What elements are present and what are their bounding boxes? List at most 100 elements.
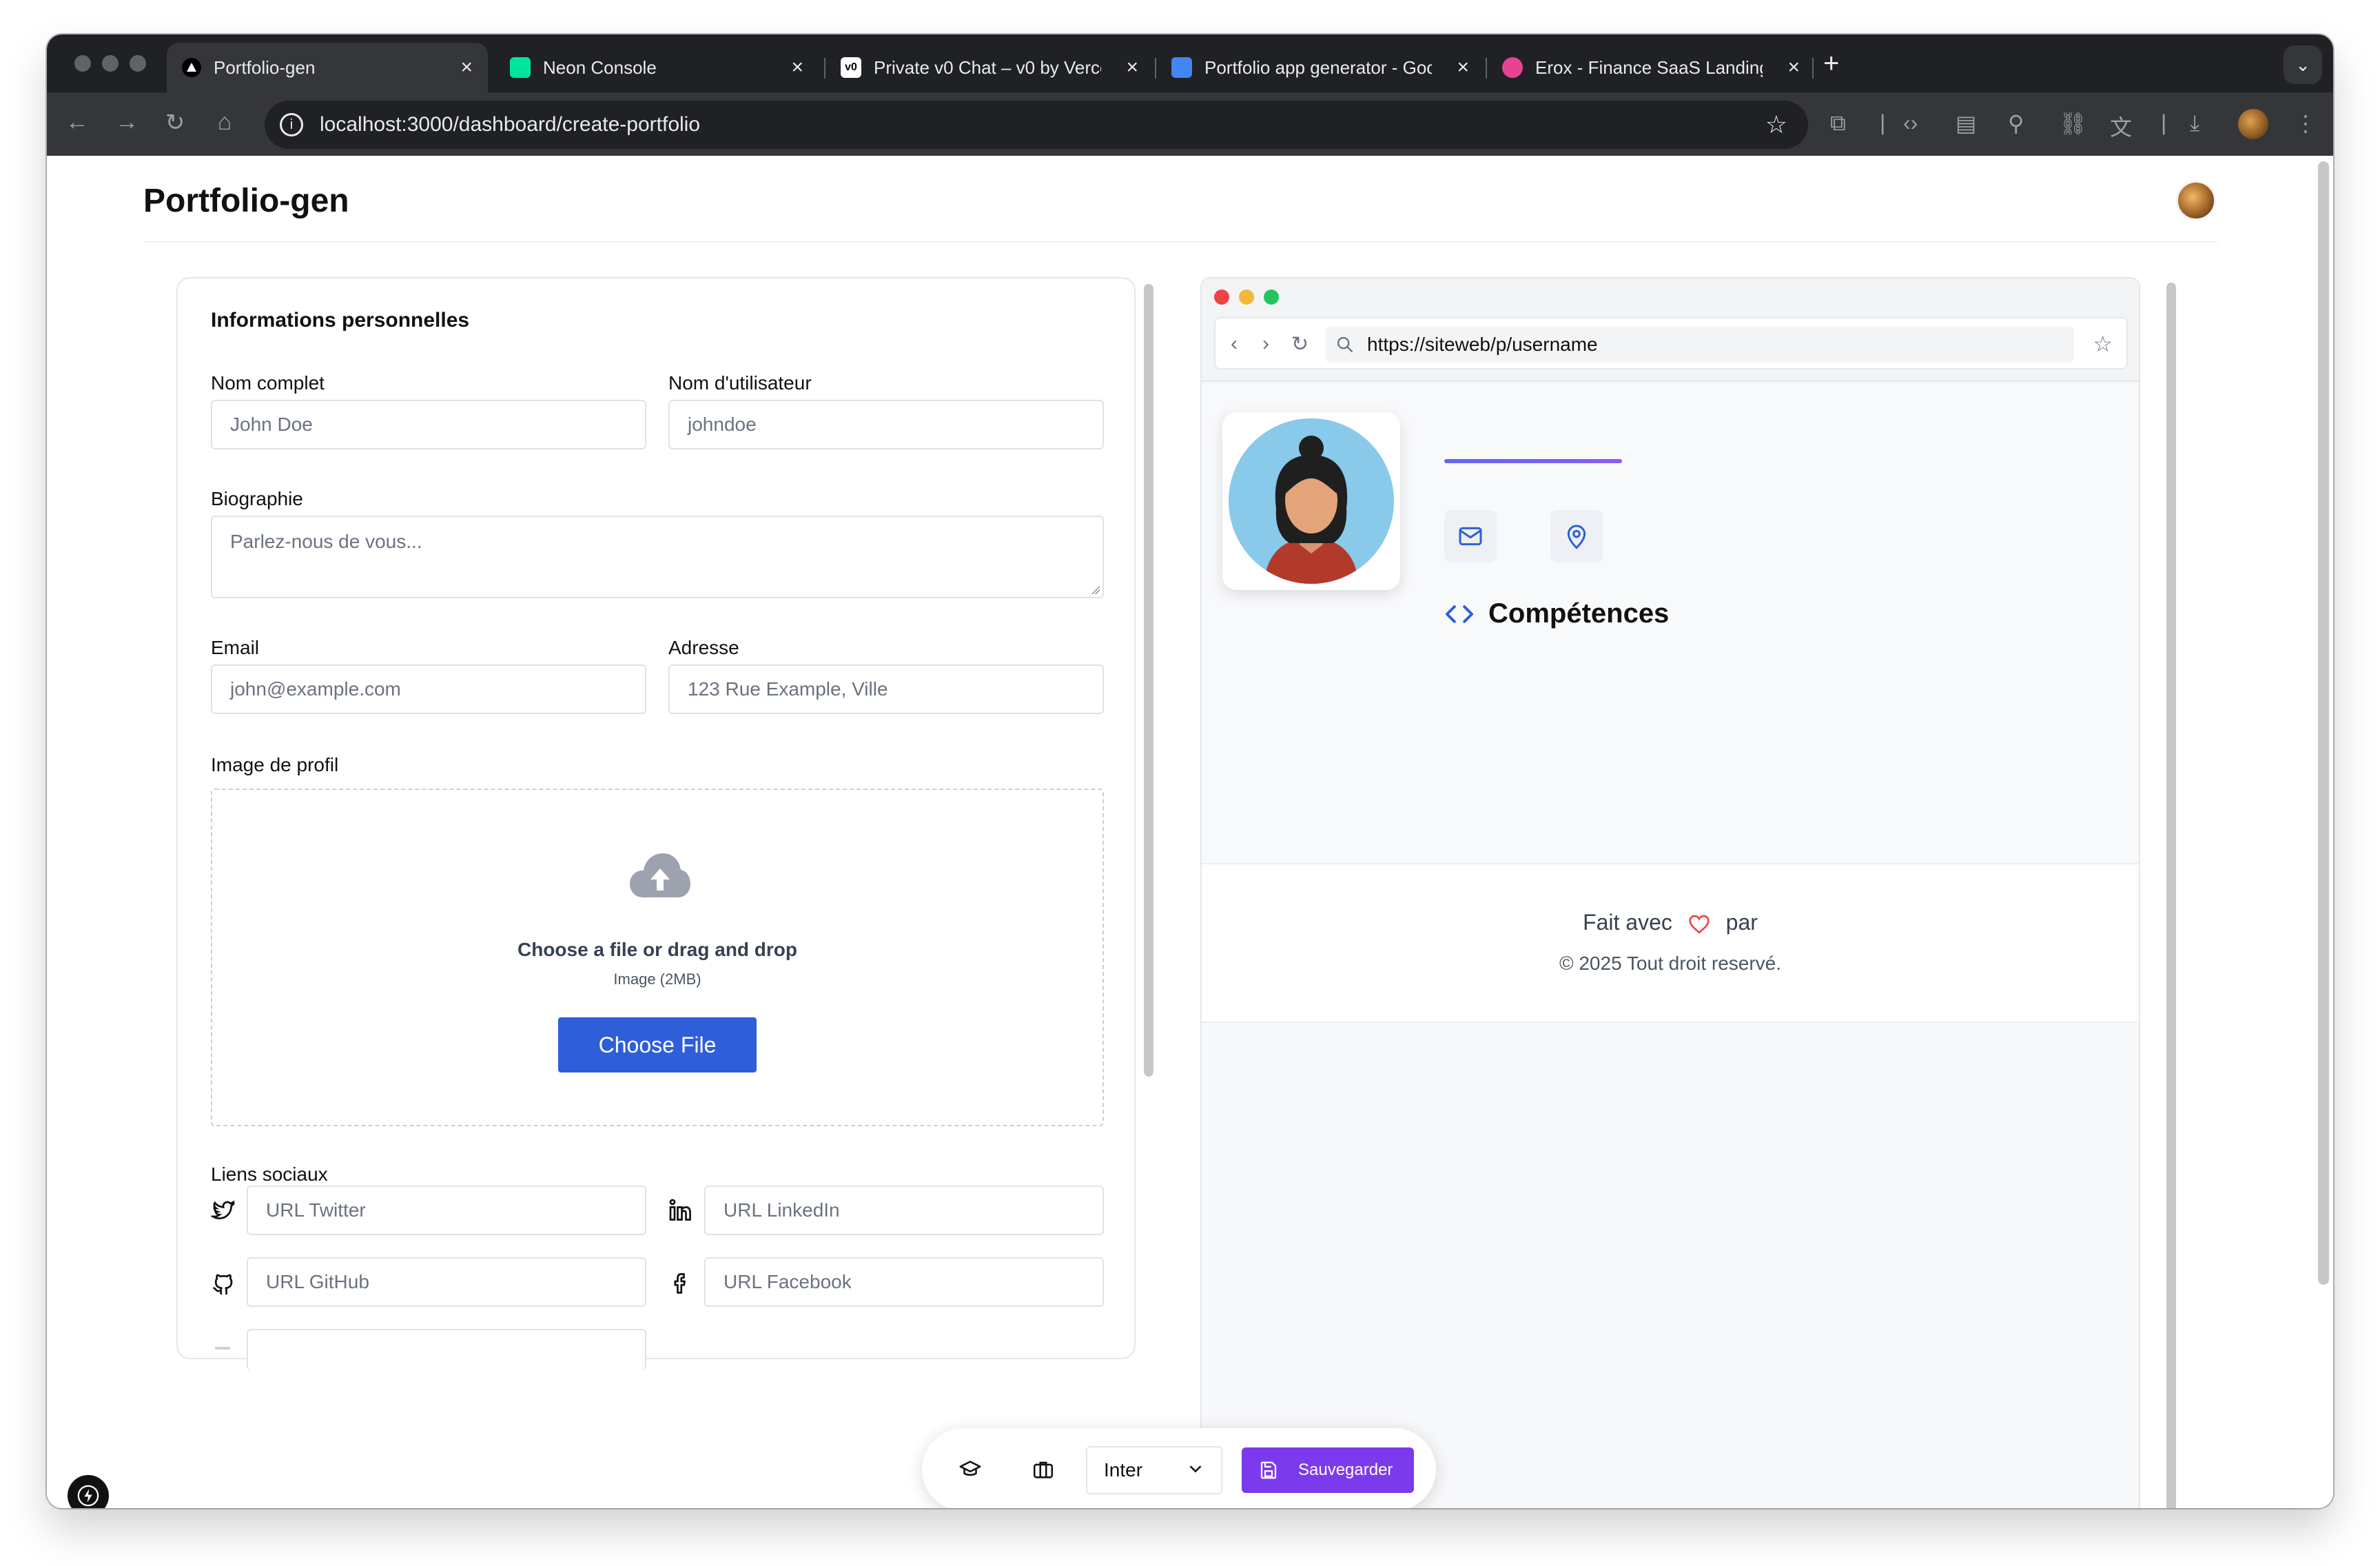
vpn-icon[interactable]: ⚲ (2008, 110, 2024, 136)
resize-handle-icon[interactable] (1091, 586, 1100, 594)
preview-scrollbar-thumb[interactable] (2166, 283, 2176, 1508)
address-url: localhost:3000/dashboard/create-portfoli… (320, 113, 701, 136)
preview-reload-icon: ↻ (1291, 333, 1309, 356)
choose-file-button[interactable]: Choose File (558, 1017, 757, 1072)
twitter-icon (211, 1200, 235, 1220)
page-scrollbar[interactable] (2318, 161, 2329, 1285)
username-input[interactable]: johndoe (668, 400, 1104, 449)
header-divider (143, 241, 2217, 243)
browser-tab-v0[interactable]: v0 Private v0 Chat – v0 by Verce × (825, 43, 1153, 92)
education-button[interactable] (952, 1452, 988, 1487)
browser-toolbar: ← → ↻ ⌂ i localhost:3000/dashboard/creat… (47, 92, 2333, 156)
preview-email-button (1444, 510, 1497, 562)
forward-icon[interactable]: → (112, 109, 142, 136)
dropzone-text: Choose a file or drag and drop (517, 939, 798, 960)
preview-forward-icon: › (1262, 332, 1269, 355)
made-with-prefix: Fait avec (1583, 910, 1672, 935)
bio-textarea[interactable]: Parlez-nous de vous... (211, 516, 1104, 598)
facebook-url-input[interactable]: URL Facebook (704, 1257, 1104, 1307)
maximize-window-button[interactable] (130, 55, 146, 72)
reload-icon[interactable]: ↻ (160, 109, 190, 136)
back-icon[interactable]: ← (62, 109, 92, 136)
vercel-icon (182, 58, 201, 77)
preview-location-button (1550, 510, 1603, 562)
graduation-cap-icon (959, 1461, 981, 1476)
browser-window: Portfolio-gen × Neon Console × v0 Privat… (47, 34, 2333, 1508)
linkedin-url-input[interactable]: URL LinkedIn (704, 1186, 1104, 1235)
browser-tab-portfolio-gen[interactable]: Portfolio-gen × (167, 43, 488, 92)
address-bar[interactable]: i localhost:3000/dashboard/create-portfo… (265, 101, 1808, 149)
home-icon[interactable]: ⌂ (209, 109, 240, 136)
floating-toolbar: Inter Sauvegarder (922, 1428, 1436, 1508)
close-tab-icon[interactable]: × (460, 56, 473, 79)
v0-icon: v0 (841, 57, 861, 78)
save-button-label: Sauvegarder (1298, 1461, 1393, 1479)
close-tab-icon[interactable]: × (1126, 56, 1138, 79)
github-icon (213, 1274, 233, 1295)
nextjs-dev-indicator[interactable] (68, 1475, 109, 1508)
personal-info-card: Informations personnelles Nom complet Jo… (176, 277, 1136, 1370)
full-name-input[interactable]: John Doe (211, 400, 646, 449)
preview-name-underline (1444, 459, 1622, 463)
username-label: Nom d'utilisateur (668, 372, 812, 394)
experience-button[interactable] (1025, 1452, 1061, 1487)
close-window-button[interactable] (74, 55, 91, 72)
github-url-input[interactable]: URL GitHub (247, 1257, 646, 1307)
browser-tab-bar: Portfolio-gen × Neon Console × v0 Privat… (47, 34, 2333, 92)
lightning-icon (77, 1485, 99, 1507)
portfolio-preview: ‹ › ↻ https://siteweb/p/username ☆ Compé… (1200, 277, 2140, 1508)
full-name-label: Nom complet (211, 372, 325, 394)
download-icon[interactable]: ⤓ (2190, 110, 2199, 136)
linkedin-icon (669, 1199, 691, 1221)
preview-back-icon: ‹ (1231, 332, 1238, 355)
google-docs-icon (1171, 57, 1192, 78)
user-avatar[interactable] (2176, 181, 2216, 221)
browser-tab-erox[interactable]: Erox - Finance SaaS Landing × (1487, 43, 1815, 92)
profile-image-label: Image de profil (211, 754, 339, 775)
section-title: Informations personnelles (211, 309, 470, 332)
tab-search-button[interactable]: ⌄ (2284, 45, 2322, 84)
font-select[interactable]: Inter (1086, 1446, 1222, 1494)
browser-tab-neon[interactable]: Neon Console × (495, 43, 819, 92)
translate-icon[interactable]: 文 (2110, 110, 2132, 142)
minimize-window-button[interactable] (102, 55, 119, 72)
address-input[interactable]: 123 Rue Example, Ville (668, 664, 1104, 714)
profile-avatar[interactable] (2238, 109, 2268, 139)
map-pin-icon (1567, 525, 1586, 549)
tab-title: Portfolio app generator - Goo (1204, 57, 1432, 78)
twitter-url-input[interactable]: URL Twitter (247, 1186, 646, 1235)
code-icon[interactable]: ‹› (1903, 110, 1918, 136)
web-icon (215, 1347, 230, 1350)
extensions-icon[interactable]: ⧉ (1830, 110, 1846, 136)
preview-url-bar: ‹ › ↻ https://siteweb/p/username ☆ (1214, 317, 2128, 369)
preview-url-text: https://siteweb/p/username (1367, 334, 1598, 355)
new-tab-button[interactable]: + (1823, 48, 1839, 79)
save-button[interactable]: Sauvegarder (1242, 1447, 1414, 1493)
preview-browser-chrome: ‹ › ↻ https://siteweb/p/username ☆ (1202, 278, 2139, 382)
form-scrollbar[interactable] (1142, 277, 1155, 1359)
image-dropzone[interactable]: Choose a file or drag and drop Image (2M… (211, 789, 1104, 1126)
preview-scrollbar[interactable] (2165, 277, 2177, 1508)
link-icon[interactable]: ⛓ (2059, 110, 2087, 136)
address-label: Adresse (668, 637, 739, 658)
site-info-icon[interactable]: i (280, 113, 303, 136)
reader-icon[interactable]: ▤ (1956, 110, 1976, 136)
app-title: Portfolio-gen (143, 183, 349, 219)
email-label: Email (211, 637, 260, 658)
bookmark-star-icon[interactable]: ☆ (1765, 110, 1787, 139)
preview-made-with: Fait avec par (1202, 910, 2139, 935)
browser-tab-google-docs[interactable]: Portfolio app generator - Goo × (1156, 43, 1484, 92)
preview-yellow-dot (1239, 289, 1254, 305)
preview-avatar-card (1222, 412, 1400, 590)
more-menu-icon[interactable]: ⋮ (2295, 110, 2317, 136)
close-tab-icon[interactable]: × (1787, 56, 1800, 79)
close-tab-icon[interactable]: × (791, 56, 803, 79)
form-scrollbar-thumb[interactable] (1144, 284, 1153, 1077)
email-input[interactable]: john@example.com (211, 664, 646, 714)
page-content: Portfolio-gen Informations personnelles … (47, 156, 2333, 1508)
close-tab-icon[interactable]: × (1457, 56, 1469, 79)
dribbble-icon (1502, 57, 1523, 78)
preview-skills-heading: Compétences (1444, 598, 1669, 629)
website-url-input[interactable] (247, 1329, 646, 1370)
preview-hero: Compétences (1202, 383, 2139, 863)
